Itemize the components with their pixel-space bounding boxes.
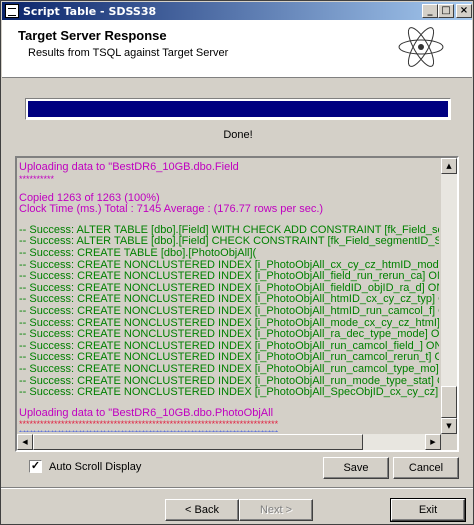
next-button[interactable]: Next >	[239, 499, 313, 521]
back-button[interactable]: < Back	[165, 499, 239, 521]
scroll-left-arrow-icon[interactable]: ◀	[17, 434, 33, 450]
save-button[interactable]: Save	[323, 457, 389, 479]
page-title: Target Server Response	[18, 28, 167, 43]
log-upload-line: Uploading data to "BestDR6_10GB.dbo.Phot…	[19, 406, 274, 419]
footer-divider	[1, 487, 473, 489]
minimize-button[interactable]: _	[422, 4, 438, 18]
vertical-scrollbar[interactable]: ▲ ▼	[441, 158, 457, 434]
log-line: -- Success: CREATE NONCLUSTERED INDEX [i…	[19, 270, 439, 283]
scroll-up-arrow-icon[interactable]: ▲	[441, 158, 457, 174]
horizontal-scroll-thumb[interactable]	[33, 434, 363, 450]
progress-fill	[28, 101, 448, 117]
auto-scroll-option[interactable]: ✓ Auto Scroll Display	[29, 460, 141, 473]
progress-bar	[25, 98, 451, 120]
auto-scroll-label: Auto Scroll Display	[49, 460, 142, 473]
log-clock-line: Clock Time (ms.) Total : 7145 Average : …	[19, 203, 324, 216]
log-line: -- Success: CREATE NONCLUSTERED INDEX [i…	[19, 304, 439, 317]
wizard-header: Target Server Response Results from TSQL…	[2, 20, 472, 78]
page-subtitle: Results from TSQL against Target Server	[28, 47, 229, 59]
title-bar[interactable]: Script Table - SDSS38 _ □ ×	[2, 2, 472, 20]
atom-icon	[398, 27, 444, 67]
status-text: Done!	[223, 129, 253, 141]
scrollbar-corner	[441, 434, 457, 450]
app-icon	[5, 4, 19, 18]
script-table-window: Script Table - SDSS38 _ □ × Target Serve…	[0, 0, 474, 525]
vertical-scroll-thumb[interactable]	[441, 386, 457, 418]
log-line: -- Success: CREATE NONCLUSTERED INDEX [i…	[19, 328, 439, 341]
log-stars-line: ****************************************…	[19, 429, 439, 432]
scroll-down-arrow-icon[interactable]: ▼	[441, 418, 457, 434]
log-line: -- Success: CREATE NONCLUSTERED INDEX [i…	[19, 362, 439, 375]
auto-scroll-checkbox[interactable]: ✓	[29, 460, 42, 473]
cancel-button[interactable]: Cancel	[393, 457, 459, 479]
log-upload-line: Uploading data to "BestDR6_10GB.dbo.Fiel…	[19, 162, 239, 173]
log-output[interactable]: Uploading data to "BestDR6_10GB.dbo.Fiel…	[15, 156, 459, 452]
horizontal-scrollbar[interactable]: ◀ ▶	[17, 434, 441, 450]
log-line: -- Success: CREATE NONCLUSTERED INDEX [i…	[19, 386, 439, 399]
log-stars-line: ****************************************…	[19, 419, 279, 430]
exit-button[interactable]: Exit	[390, 498, 466, 522]
log-stars-line: **********	[19, 173, 55, 184]
log-line: -- Success: CREATE TABLE [dbo].[PhotoObj…	[19, 246, 257, 259]
window-title: Script Table - SDSS38	[23, 4, 157, 18]
scroll-right-arrow-icon[interactable]: ▶	[425, 434, 441, 450]
log-content: Uploading data to "BestDR6_10GB.dbo.Fiel…	[19, 162, 439, 432]
maximize-button[interactable]: □	[438, 4, 454, 18]
close-button[interactable]: ×	[456, 4, 472, 18]
